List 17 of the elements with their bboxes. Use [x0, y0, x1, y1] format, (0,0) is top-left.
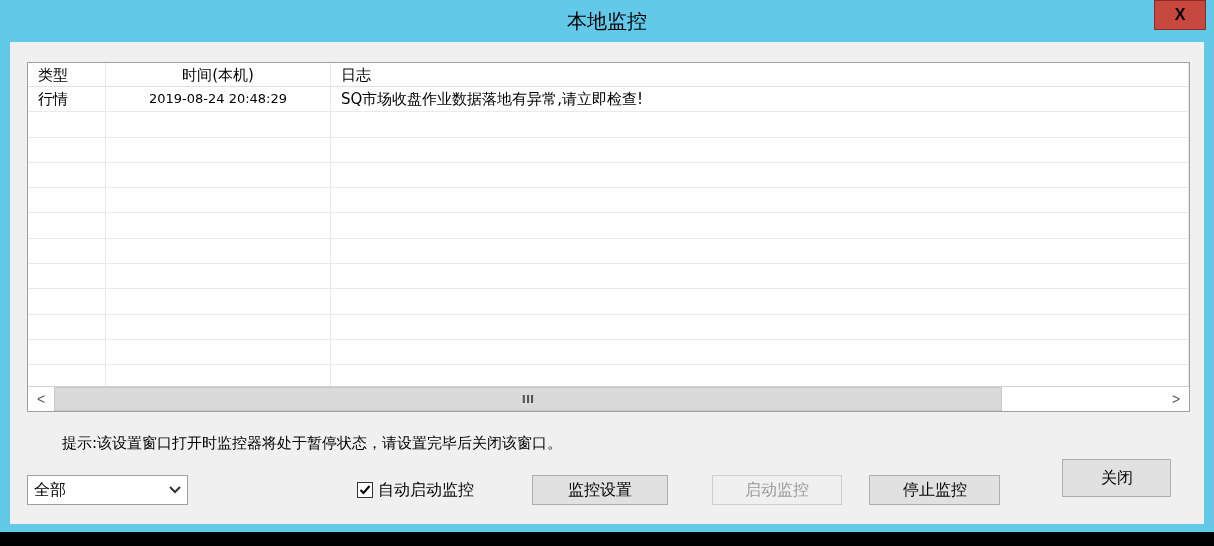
filter-dropdown[interactable]: 全部 — [27, 475, 188, 505]
action-button[interactable]: 监控设置 — [532, 475, 668, 505]
window-title: 本地监控 — [567, 8, 647, 35]
hint-text: 提示:该设置窗口打开时监控器将处于暂停状态，请设置完毕后关闭该窗口。 — [62, 434, 564, 453]
chevron-down-icon — [169, 486, 181, 494]
auto-start-checkbox[interactable] — [357, 482, 373, 498]
table-cell: 行情 — [28, 87, 106, 112]
table-cell: 2019-08-24 20:48:29 — [106, 87, 331, 112]
close-button[interactable]: X — [1154, 0, 1206, 30]
column-header[interactable]: 类型 — [28, 63, 106, 86]
close-dialog-button[interactable]: 关闭 — [1062, 459, 1171, 497]
scrollbar-thumb[interactable]: III — [54, 387, 1002, 411]
column-header[interactable]: 时间(本机) — [106, 63, 331, 86]
checkbox-label: 自动启动监控 — [378, 479, 474, 501]
table-cell: SQ市场收盘作业数据落地有异常,请立即检查! — [331, 87, 1189, 112]
action-button[interactable]: 停止监控 — [869, 475, 1000, 505]
column-header[interactable]: 日志 — [331, 63, 1189, 86]
